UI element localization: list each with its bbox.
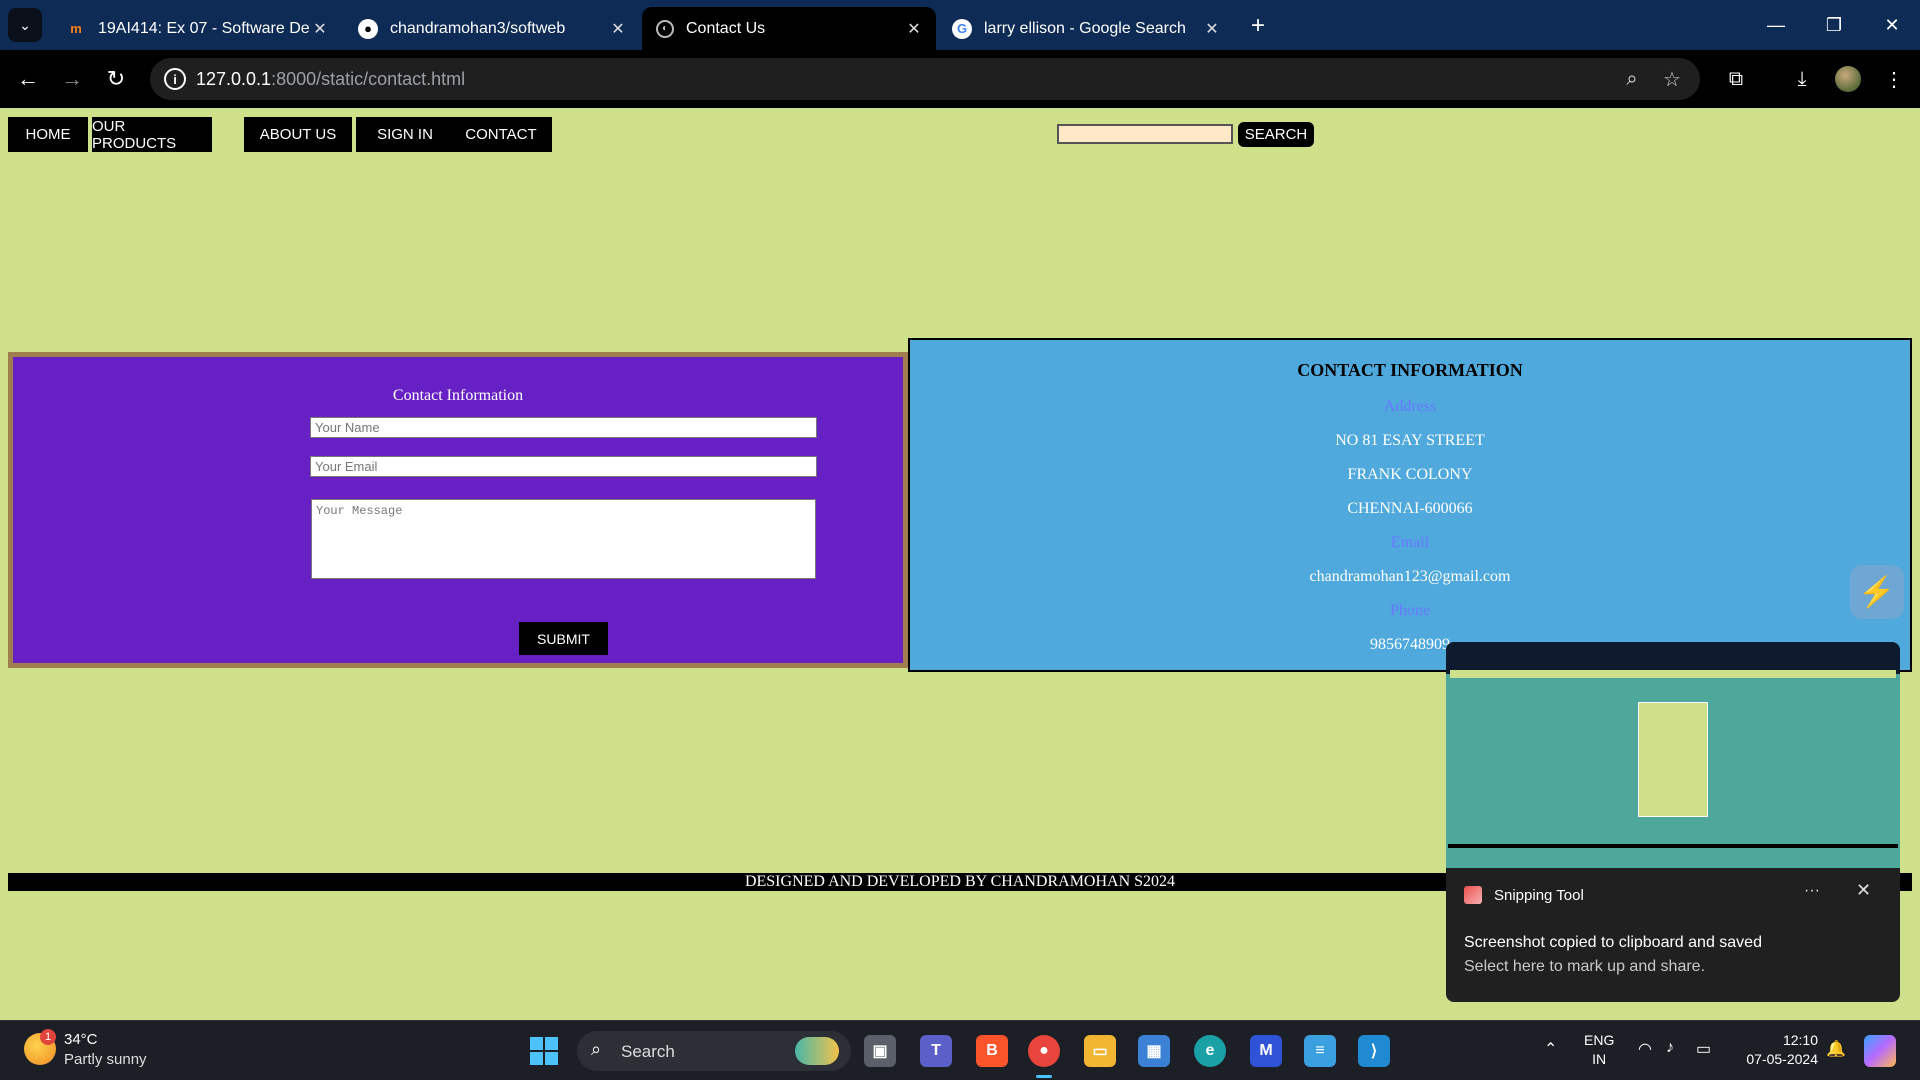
copilot-icon[interactable]: [1864, 1035, 1896, 1067]
form-title: Contact Information: [392, 387, 524, 404]
close-icon[interactable]: ✕: [1856, 880, 1871, 901]
search-icon: ⌕: [591, 1039, 602, 1059]
google-icon: G: [952, 18, 972, 39]
window-close-icon[interactable]: ✕: [1864, 0, 1920, 50]
name-field[interactable]: Your Name: [310, 417, 817, 438]
language-indicator[interactable]: ENG IN: [1584, 1031, 1614, 1069]
tab-moodle[interactable]: m 19AI414: Ex 07 - Software Devel ✕: [52, 7, 342, 50]
show-hidden-icons[interactable]: ⌃: [1544, 1039, 1557, 1059]
start-icon[interactable]: [528, 1035, 560, 1067]
search-highlight-icon: [795, 1037, 839, 1065]
notepad-icon[interactable]: ≡: [1304, 1035, 1336, 1067]
contact-info-title: CONTACT INFORMATION: [1297, 360, 1523, 380]
app-icon[interactable]: M: [1250, 1035, 1282, 1067]
taskbar: 1 34°C Partly sunny ⌕ Search ▣ T B ● ▭ ▦…: [0, 1020, 1920, 1080]
tab-contact-us[interactable]: ◐ Contact Us ✕: [642, 7, 936, 50]
browser-menu-icon[interactable]: ⋮: [1878, 63, 1910, 95]
task-view-icon[interactable]: ▣: [864, 1035, 896, 1067]
chrome-active-indicator: [1036, 1075, 1052, 1078]
close-icon[interactable]: ✕: [310, 19, 330, 39]
nav-sign-in[interactable]: SIGN IN: [356, 117, 454, 152]
email-label: Email: [1390, 534, 1430, 551]
floating-assistant-icon[interactable]: ⚡: [1850, 565, 1904, 619]
phone-label: Phone: [1390, 602, 1430, 619]
minimize-icon[interactable]: —: [1748, 0, 1804, 50]
thumbnail-page: [1638, 702, 1708, 817]
extensions-icon[interactable]: ⧉: [1720, 63, 1752, 95]
close-icon[interactable]: ✕: [608, 19, 628, 39]
reload-icon[interactable]: ↻: [100, 63, 132, 95]
address-line: NO 81 ESAY STREET: [1335, 432, 1485, 449]
chrome-icon[interactable]: ●: [1028, 1035, 1060, 1067]
forward-icon[interactable]: →: [56, 63, 88, 95]
moodle-icon: m: [70, 21, 82, 36]
vscode-icon[interactable]: ⟩: [1358, 1035, 1390, 1067]
profile-avatar[interactable]: [1835, 66, 1861, 92]
restore-icon[interactable]: ❐: [1806, 0, 1862, 50]
nav-about-us[interactable]: ABOUT US: [244, 117, 352, 152]
edge-icon[interactable]: e: [1194, 1035, 1226, 1067]
screenshot-thumbnail[interactable]: [1446, 642, 1900, 868]
nav-home[interactable]: HOME: [8, 117, 88, 152]
tab-github[interactable]: ● chandramohan3/softweb ✕: [344, 7, 640, 50]
search-button[interactable]: SEARCH: [1238, 122, 1314, 147]
globe-icon: ◐: [656, 19, 674, 38]
weather-condition[interactable]: Partly sunny: [64, 1051, 147, 1068]
wifi-icon[interactable]: ◠: [1638, 1039, 1652, 1059]
search-input[interactable]: [1057, 124, 1233, 144]
clock[interactable]: 12:10 07-05-2024: [1734, 1031, 1818, 1069]
snipping-tool-notification[interactable]: Snipping Tool ··· ✕ Screenshot copied to…: [1446, 642, 1900, 1002]
browser-toolbar: ← → ↻ i 127.0.0.1:8000/static/contact.ht…: [0, 50, 1920, 108]
email-value: chandramohan123@gmail.com: [1309, 568, 1511, 585]
taskbar-search[interactable]: ⌕ Search: [577, 1031, 851, 1071]
nav-contact[interactable]: CONTACT: [450, 117, 552, 152]
tab-search-menu-button[interactable]: ⌄: [8, 8, 42, 42]
thumbnail-nav: [1450, 670, 1896, 678]
close-icon[interactable]: ✕: [1202, 19, 1222, 39]
close-icon[interactable]: ✕: [904, 19, 924, 39]
message-field[interactable]: Your Message: [311, 499, 816, 579]
contact-info-panel: CONTACT INFORMATION Address NO 81 ESAY S…: [908, 338, 1912, 672]
notification-hint: Select here to mark up and share.: [1464, 958, 1706, 975]
battery-icon[interactable]: ▭: [1696, 1039, 1711, 1059]
submit-button[interactable]: SUBMIT: [519, 622, 608, 655]
email-field[interactable]: Your Email: [310, 456, 817, 477]
notification-app-name: Snipping Tool: [1494, 886, 1584, 904]
volume-icon[interactable]: ♪: [1666, 1039, 1674, 1057]
notification-header: Snipping Tool: [1464, 886, 1584, 904]
address-bar[interactable]: i 127.0.0.1:8000/static/contact.html ⌕ ☆: [150, 58, 1700, 100]
teams-icon[interactable]: T: [920, 1035, 952, 1067]
tab-strip: ⌄ m 19AI414: Ex 07 - Software Devel ✕ ● …: [0, 0, 1920, 50]
more-options-icon[interactable]: ···: [1804, 882, 1820, 900]
bookmark-star-icon[interactable]: ☆: [1660, 67, 1684, 91]
contact-form: Contact Information Your Name Your Email…: [8, 352, 908, 668]
address-line: FRANK COLONY: [1347, 466, 1473, 483]
zoom-icon[interactable]: ⌕: [1620, 67, 1644, 91]
weather-badge: 1: [40, 1029, 56, 1045]
temperature[interactable]: 34°C: [64, 1031, 98, 1048]
github-icon: ●: [358, 18, 378, 39]
file-explorer-icon[interactable]: ▭: [1084, 1035, 1116, 1067]
snipping-tool-icon: [1464, 886, 1482, 904]
brave-icon[interactable]: B: [976, 1035, 1008, 1067]
back-icon[interactable]: ←: [12, 63, 44, 95]
store-icon[interactable]: ▦: [1138, 1035, 1170, 1067]
site-info-icon[interactable]: i: [164, 68, 186, 90]
new-tab-button[interactable]: +: [1244, 12, 1272, 40]
nav-our-products[interactable]: OUR PRODUCTS: [92, 117, 212, 152]
download-icon[interactable]: ⤓: [1786, 63, 1818, 95]
notification-bell-icon[interactable]: 🔔: [1826, 1039, 1846, 1059]
address-line: CHENNAI-600066: [1347, 500, 1473, 517]
url-text[interactable]: 127.0.0.1:8000/static/contact.html: [196, 69, 465, 90]
thumbnail-footer: [1448, 844, 1898, 848]
notification-message: Screenshot copied to clipboard and saved: [1464, 934, 1762, 951]
tab-google-search[interactable]: G larry ellison - Google Search ✕: [938, 7, 1234, 50]
address-label: Address: [1383, 398, 1437, 415]
